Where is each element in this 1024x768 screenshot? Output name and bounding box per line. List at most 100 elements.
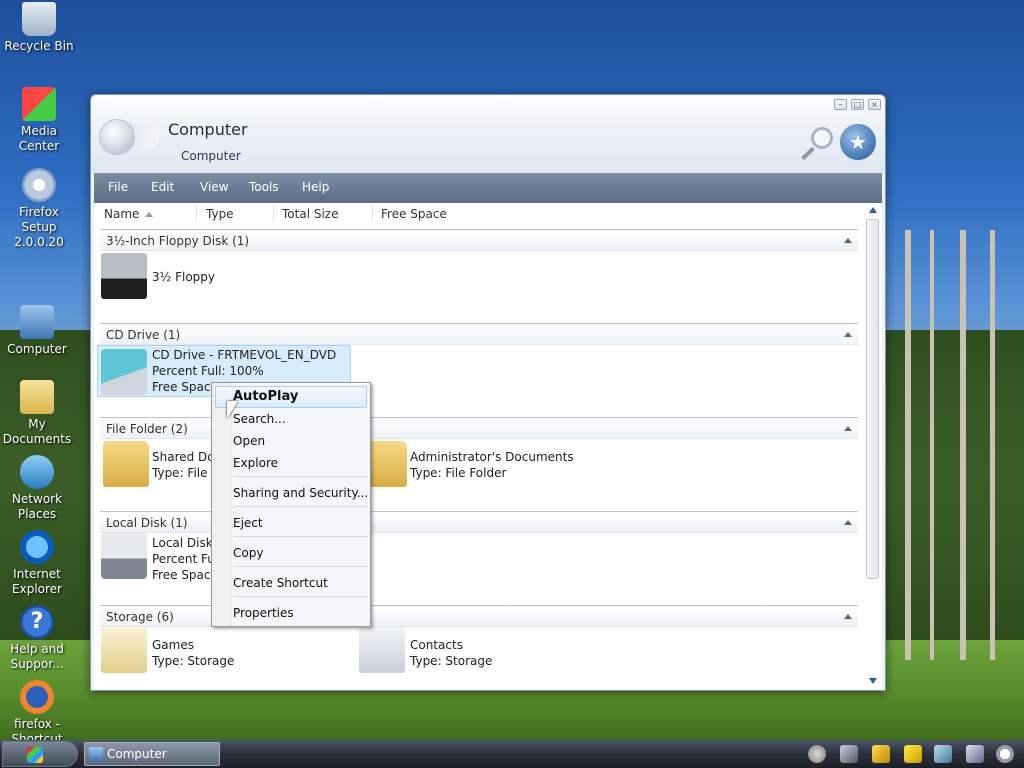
column-header-name[interactable]: Name: [104, 207, 154, 221]
item-detail: Type: File Folder: [410, 466, 507, 480]
desktop-icon-label: Internet Explorer: [12, 567, 62, 596]
scroll-up-icon[interactable]: [869, 207, 877, 213]
desktop-icon-internet-explorer[interactable]: Internet Explorer: [0, 530, 75, 597]
context-menu-separator: [234, 476, 368, 477]
menu-file[interactable]: File: [108, 180, 128, 194]
context-menu-gutter: [212, 383, 232, 626]
column-separator[interactable]: [196, 205, 197, 221]
window-breadcrumb[interactable]: Computer: [181, 149, 241, 163]
tray-network-icon[interactable]: [934, 745, 952, 763]
context-menu-eject[interactable]: Eject: [233, 516, 263, 530]
scroll-thumb[interactable]: [866, 219, 879, 579]
taskbar-button-computer[interactable]: Computer: [84, 742, 220, 766]
item-floppy[interactable]: 3½ Floppy: [152, 269, 215, 285]
menu-bar: File Edit View Tools Help: [94, 173, 882, 203]
contacts-icon: [359, 627, 405, 673]
column-separator[interactable]: [372, 205, 373, 221]
window-orb-icon[interactable]: [99, 119, 135, 155]
clock-icon[interactable]: [996, 745, 1014, 763]
menu-help[interactable]: Help: [302, 180, 329, 194]
folder-icon: [103, 441, 149, 487]
context-menu-copy[interactable]: Copy: [233, 546, 263, 560]
desktop-icon-computer[interactable]: Computer: [0, 305, 75, 357]
context-menu-create-shortcut[interactable]: Create Shortcut: [233, 576, 328, 590]
column-header-total-size[interactable]: Total Size: [282, 207, 338, 221]
group-header-label: Storage (6): [106, 610, 174, 624]
taskbar-button-label: Computer: [107, 747, 167, 761]
network-icon: [20, 455, 54, 489]
desktop-icon-network-places[interactable]: Network Places: [0, 455, 75, 522]
desktop-icon-my-documents[interactable]: My Documents: [0, 380, 75, 447]
tray-bell-icon[interactable]: [872, 745, 890, 763]
internet-explorer-icon: [20, 530, 54, 564]
tray-power-icon[interactable]: [904, 745, 922, 763]
desktop-icon-label: My Documents: [2, 417, 72, 446]
context-menu-explore[interactable]: Explore: [233, 456, 278, 470]
tray-toggle-icon[interactable]: [808, 745, 826, 763]
group-header-label: File Folder (2): [106, 422, 188, 436]
context-menu-open[interactable]: Open: [233, 434, 265, 448]
context-menu-autoplay[interactable]: AutoPlay: [233, 389, 298, 404]
context-menu-search[interactable]: Search...: [233, 412, 286, 426]
column-header-type[interactable]: Type: [206, 207, 234, 221]
computer-icon: [20, 305, 54, 339]
desktop-icon-label: Media Center: [18, 124, 60, 153]
menu-tools[interactable]: Tools: [249, 180, 279, 194]
help-icon: ?: [20, 605, 54, 639]
vertical-scrollbar[interactable]: [864, 203, 882, 689]
favorites-star-icon[interactable]: ★: [839, 123, 877, 161]
collapse-icon[interactable]: [844, 614, 852, 619]
computer-icon: [89, 747, 103, 761]
item-detail: Type: Storage: [152, 654, 235, 668]
maximize-button[interactable]: □: [851, 99, 864, 110]
minimize-button[interactable]: –: [834, 99, 847, 110]
sort-ascending-icon: [145, 212, 154, 217]
desktop-icon-firefox-setup[interactable]: Firefox Setup 2.0.0.20: [1, 168, 77, 250]
taskbar: Computer: [0, 740, 1024, 768]
computer-window: Computer Computer – □ × ★ File Edit View…: [90, 94, 886, 691]
column-separator[interactable]: [273, 205, 274, 221]
close-button[interactable]: ×: [868, 99, 881, 110]
group-header-cd[interactable]: CD Drive (1): [100, 323, 858, 345]
item-contacts[interactable]: Contacts Type: Storage: [410, 637, 492, 669]
collapse-icon[interactable]: [844, 520, 852, 525]
group-header-label: CD Drive (1): [106, 328, 181, 342]
desktop-icon-media-center[interactable]: Media Center: [1, 87, 77, 154]
start-button[interactable]: [2, 741, 78, 767]
context-menu-separator: [234, 536, 368, 537]
wallpaper-trunk: [930, 230, 934, 660]
scroll-down-icon[interactable]: [869, 678, 877, 684]
floppy-drive-icon: [101, 253, 147, 299]
search-icon[interactable]: [801, 127, 833, 161]
context-menu-separator: [234, 596, 368, 597]
tray-search-icon[interactable]: [840, 745, 858, 763]
group-header-label: 3½-Inch Floppy Disk (1): [106, 234, 250, 248]
desktop-icon-recycle-bin[interactable]: Recycle Bin: [1, 2, 77, 54]
desktop-icon-label: Computer: [7, 342, 67, 356]
item-name: Games: [152, 638, 194, 652]
collapse-icon[interactable]: [844, 238, 852, 243]
item-administrators-documents[interactable]: Administrator's Documents Type: File Fol…: [410, 449, 574, 481]
collapse-icon[interactable]: [844, 426, 852, 431]
context-menu-sharing[interactable]: Sharing and Security...: [233, 486, 368, 500]
item-name: CD Drive - FRTMEVOL_EN_DVD: [152, 348, 337, 362]
column-header-free-space[interactable]: Free Space: [381, 207, 447, 221]
desktop-icon-label: Recycle Bin: [4, 39, 74, 53]
window-header: Computer Computer – □ × ★: [91, 95, 885, 173]
item-games[interactable]: Games Type: Storage: [152, 637, 234, 669]
desktop-icon-help[interactable]: ? Help and Suppor...: [0, 605, 75, 672]
menu-edit[interactable]: Edit: [151, 180, 174, 194]
group-header-label: Local Disk (1): [106, 516, 188, 530]
item-detail: Percent Full: 100%: [152, 364, 264, 378]
desktop-icon-label: Help and Suppor...: [10, 642, 64, 671]
group-header-floppy[interactable]: 3½-Inch Floppy Disk (1): [100, 229, 858, 251]
desktop-icon-label: Network Places: [11, 492, 63, 521]
window-title: Computer: [168, 120, 248, 139]
wallpaper-trunk: [990, 230, 995, 660]
context-menu-properties[interactable]: Properties: [233, 606, 294, 620]
collapse-icon[interactable]: [844, 332, 852, 337]
menu-view[interactable]: View: [200, 180, 228, 194]
desktop-icon-firefox-shortcut[interactable]: firefox - Shortcut: [0, 680, 75, 747]
windows-logo-icon: [27, 747, 43, 763]
tray-display-icon[interactable]: [966, 745, 984, 763]
